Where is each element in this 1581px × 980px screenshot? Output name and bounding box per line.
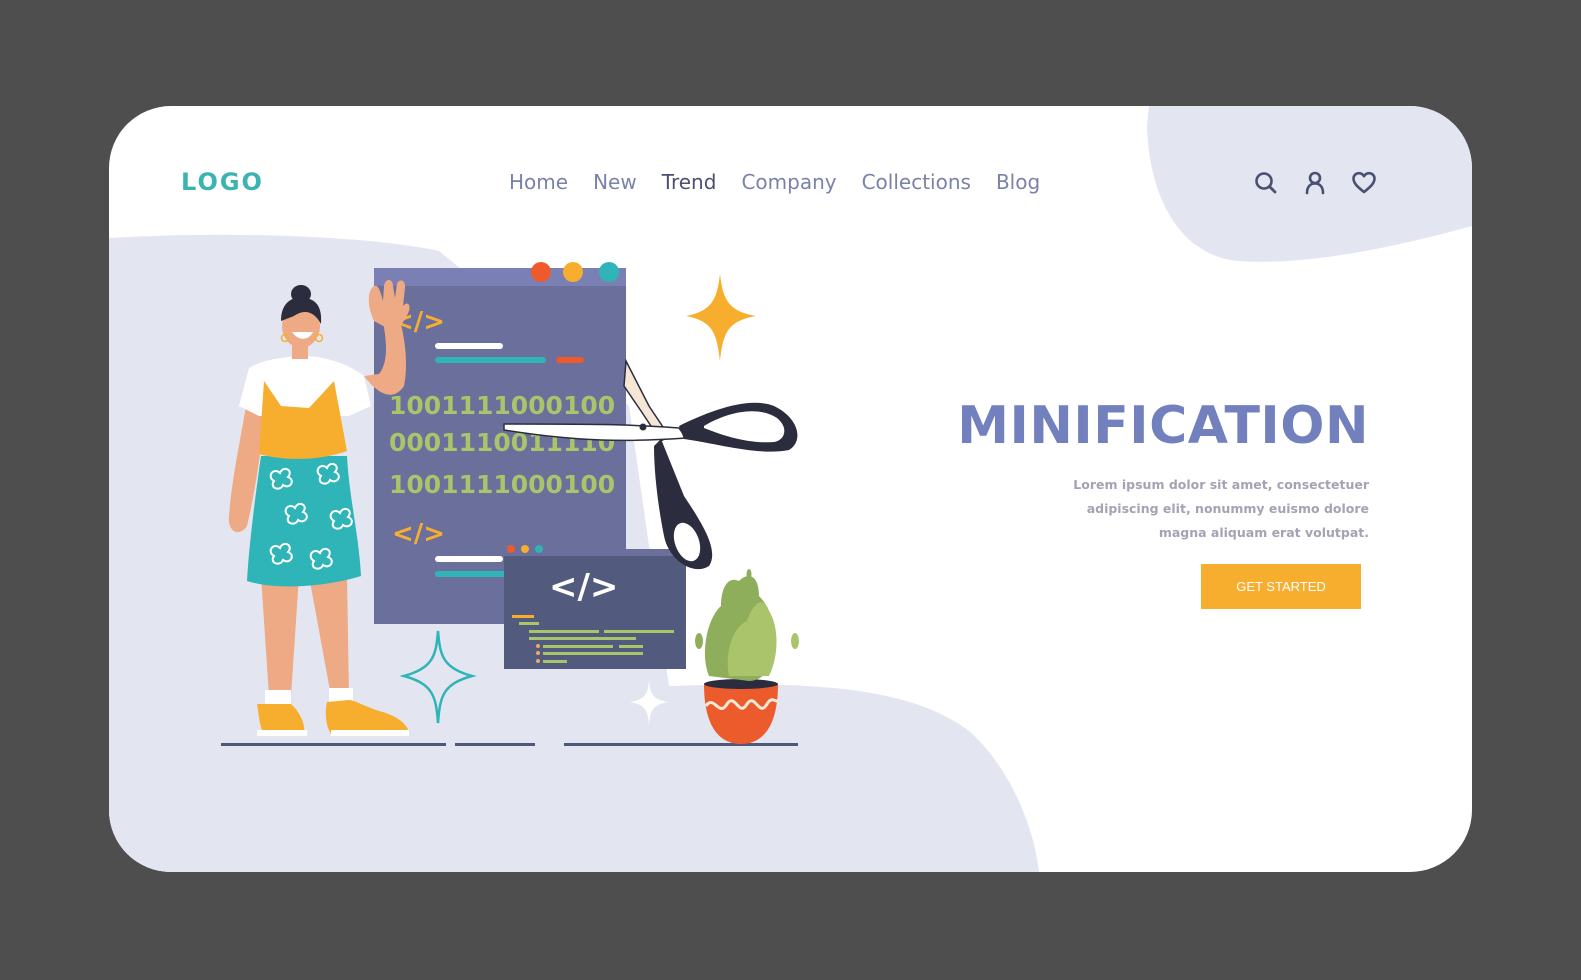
code-tag-bottom: </> xyxy=(392,519,445,549)
binary-line-3: 1001111000100 xyxy=(389,470,615,499)
hero-description-line: adipiscing elit, nonummy euismo dolore xyxy=(1086,501,1369,516)
hero-description-line: Lorem ipsum dolor sit amet, consectetuer xyxy=(1073,477,1369,492)
hero-description-line: magna aliquam erat volutpat. xyxy=(1158,525,1369,540)
binary-line-1: 1001111000100 xyxy=(389,391,615,420)
sparkle-teal-icon xyxy=(399,630,477,724)
sparkle-white-icon xyxy=(630,679,668,726)
floor-lines xyxy=(221,743,798,746)
window-dot-red xyxy=(531,262,551,282)
get-started-button[interactable]: GET STARTED xyxy=(1201,564,1361,609)
hero-title: MINIFICATION xyxy=(957,396,1369,456)
small-code-window: </> xyxy=(504,545,686,669)
hero-description: Lorem ipsum dolor sit amet, consectetuer… xyxy=(1009,473,1369,545)
small-code-tag: </> xyxy=(549,567,618,607)
sparkle-orange-icon xyxy=(686,274,756,361)
potted-plant-icon xyxy=(695,569,799,744)
window-dot-teal xyxy=(599,262,619,282)
window-dot-yellow xyxy=(563,262,583,282)
landing-card: LOGO Home New Trend Company Collections … xyxy=(109,106,1472,872)
